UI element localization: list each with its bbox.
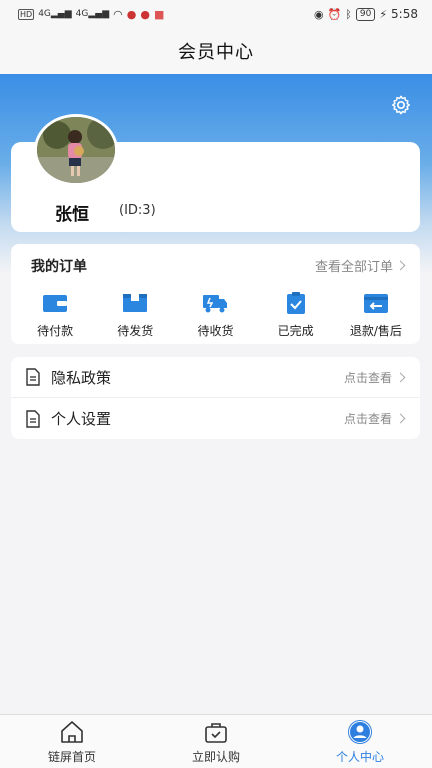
order-status-label: 待发货 (117, 324, 154, 338)
tab-label: 链屏首页 (47, 749, 96, 764)
chevron-right-icon (395, 372, 406, 382)
notification-icon: ■ (153, 7, 165, 21)
tab-home[interactable]: 链屏首页 (0, 715, 144, 768)
truck-icon (203, 295, 228, 313)
tab-label: 个人中心 (335, 749, 384, 764)
user-circle-icon (348, 719, 372, 744)
order-status-pending-receipt[interactable]: 待收货 (180, 292, 250, 339)
bluetooth-icon: ᛒ (345, 7, 352, 21)
document-icon (26, 409, 40, 428)
avatar[interactable] (34, 114, 118, 186)
orders-card: 我的订单 查看全部订单 待付款 待发货 待收货 已完成 退款/售后 (11, 244, 420, 344)
shopping-bag-icon (205, 722, 227, 743)
status-right: ◉ ⏰ ᛒ 90 ⚡ 5:58 (314, 7, 418, 21)
home-icon (61, 720, 83, 743)
box-icon (123, 294, 148, 312)
order-status-label: 已完成 (277, 324, 314, 338)
menu-item-action: 点击查看 (343, 410, 406, 427)
clock: 5:58 (391, 7, 418, 21)
order-status-pending-payment[interactable]: 待付款 (20, 292, 90, 339)
refund-icon (363, 294, 388, 313)
bottom-tab-bar: 链屏首页 立即认购 个人中心 (0, 714, 432, 768)
menu-item-privacy-policy[interactable]: 隐私政策 点击查看 (11, 357, 420, 398)
notification-icon: ● (126, 7, 137, 21)
nav-bar: 会员中心 (0, 28, 432, 74)
clipboard-check-icon (286, 292, 305, 314)
view-all-orders-link[interactable]: 查看全部订单 (314, 256, 406, 275)
menu-item-label: 个人设置 (51, 410, 112, 428)
document-icon (26, 368, 40, 386)
chevron-right-icon (395, 413, 406, 424)
page-title: 会员中心 (178, 42, 254, 63)
order-status-pending-shipment[interactable]: 待发货 (100, 292, 170, 339)
battery-indicator: 90 (355, 7, 376, 21)
menu-item-label: 隐私政策 (51, 368, 112, 387)
chevron-right-icon (395, 260, 406, 271)
status-bar: HD 4G▂▄▆ 4G▂▄▆ ◠ ● ● ■ ◉ ⏰ ᛒ 90 ⚡ 5:58 (0, 0, 432, 28)
user-name: 张恒 (55, 205, 89, 225)
alarm-icon: ⏰ (327, 7, 342, 21)
signal-icon: 4G▂▄▆ (75, 9, 110, 19)
menu-item-action-label: 点击查看 (343, 412, 392, 426)
orders-title: 我的订单 (31, 259, 87, 275)
charging-icon: ⚡ (379, 7, 388, 21)
order-status-label: 待收货 (197, 324, 234, 338)
menu-item-personal-settings[interactable]: 个人设置 点击查看 (11, 398, 420, 439)
settings-menu: 隐私政策 点击查看 个人设置 点击查看 (11, 357, 420, 439)
wallet-icon (43, 295, 68, 312)
menu-item-action: 点击查看 (343, 369, 406, 386)
tab-label: 立即认购 (191, 749, 240, 764)
view-all-orders-label: 查看全部订单 (314, 260, 393, 275)
tab-profile[interactable]: 个人中心 (288, 715, 432, 768)
order-status-completed[interactable]: 已完成 (261, 292, 331, 339)
gear-icon[interactable] (390, 94, 412, 116)
status-left: HD 4G▂▄▆ 4G▂▄▆ ◠ ● ● ■ (18, 8, 164, 21)
order-status-label: 退款/售后 (349, 324, 402, 338)
hd-indicator: HD (18, 8, 35, 20)
notification-icon: ● (140, 7, 150, 21)
order-status-label: 待付款 (37, 324, 74, 338)
order-status-refund[interactable]: 退款/售后 (341, 292, 411, 339)
order-status-row: 待付款 待发货 待收货 已完成 退款/售后 (11, 292, 420, 339)
eye-icon: ◉ (313, 7, 324, 21)
menu-item-action-label: 点击查看 (343, 370, 392, 385)
tab-subscribe[interactable]: 立即认购 (144, 715, 288, 768)
wifi-icon: ◠ (113, 7, 123, 21)
signal-icon: 4G▂▄▆ (38, 9, 72, 19)
user-id: (ID:3) (119, 203, 156, 218)
